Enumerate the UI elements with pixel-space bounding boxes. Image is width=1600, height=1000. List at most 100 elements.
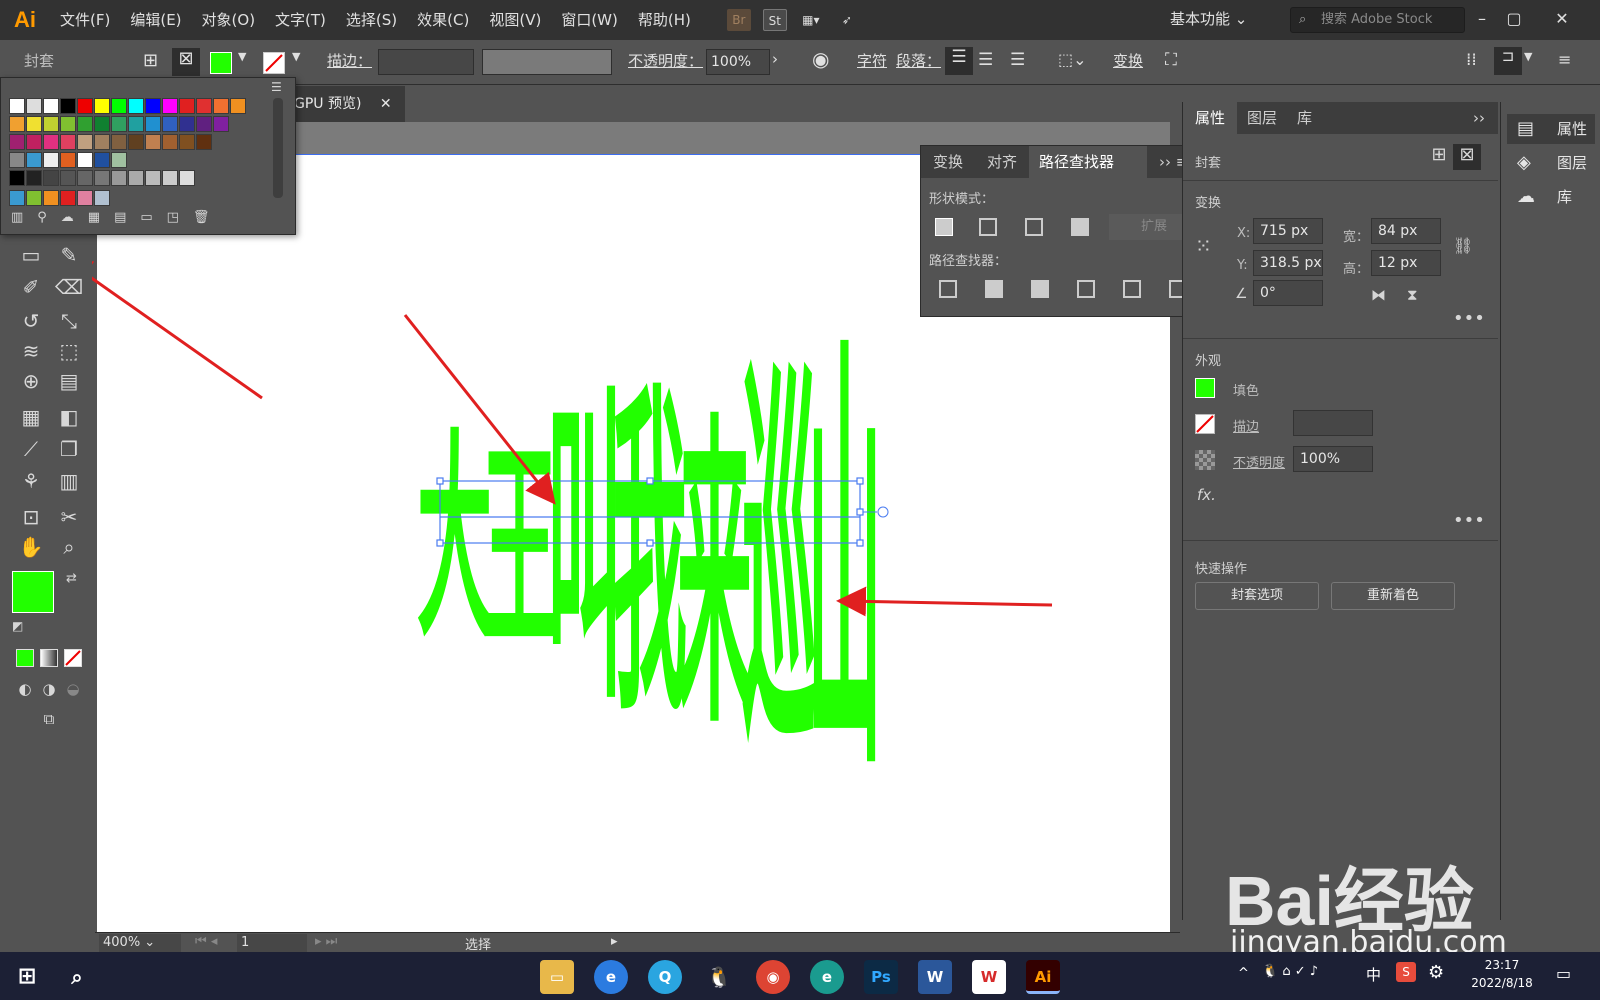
stroke-label[interactable]: 描边： bbox=[327, 50, 372, 71]
slice-tool-icon[interactable]: ✂ bbox=[54, 503, 84, 531]
none-mode-button[interactable] bbox=[64, 649, 82, 667]
edit-contents-icon[interactable]: ⊠ bbox=[172, 48, 200, 76]
qq-icon[interactable]: 🐧 bbox=[702, 960, 736, 994]
color-swatch[interactable] bbox=[162, 170, 178, 186]
chrome-icon[interactable]: ◉ bbox=[756, 960, 790, 994]
color-swatch[interactable] bbox=[9, 152, 25, 168]
menu-view[interactable]: 视图(V) bbox=[479, 0, 551, 40]
color-swatch[interactable] bbox=[162, 116, 178, 132]
maximize-button[interactable]: ▢ bbox=[1500, 6, 1528, 32]
scale-tool-icon[interactable]: ⤡ bbox=[54, 307, 84, 335]
isolate-object-icon[interactable]: ⛶ bbox=[1165, 50, 1177, 70]
unite-icon[interactable] bbox=[935, 218, 953, 236]
gradient-tool-icon[interactable]: ◧ bbox=[54, 403, 84, 431]
color-swatch[interactable] bbox=[26, 134, 42, 150]
color-swatch[interactable] bbox=[9, 98, 25, 114]
edge-icon[interactable]: e bbox=[810, 960, 844, 994]
stroke-label[interactable]: 描边 bbox=[1233, 416, 1259, 435]
opacity-expand-icon[interactable]: › bbox=[772, 50, 778, 68]
color-swatch[interactable] bbox=[77, 134, 93, 150]
warp-tool-icon[interactable]: ≋ bbox=[16, 337, 46, 365]
appearance-more-icon[interactable]: ••• bbox=[1453, 510, 1485, 531]
arrange-icon[interactable]: ⁞⁞ bbox=[1466, 50, 1477, 70]
stroke-weight-field[interactable] bbox=[1293, 410, 1373, 436]
color-swatch[interactable] bbox=[94, 152, 110, 168]
color-swatch[interactable] bbox=[128, 98, 144, 114]
height-input[interactable]: 12 px bbox=[1371, 250, 1441, 276]
paragraph-link[interactable]: 段落： bbox=[896, 50, 941, 71]
perspective-grid-tool-icon[interactable]: ▤ bbox=[54, 367, 84, 395]
eyedropper-tool-icon[interactable]: ⟋ bbox=[16, 435, 46, 463]
color-swatch[interactable] bbox=[9, 116, 25, 132]
color-swatch[interactable] bbox=[43, 170, 59, 186]
artboard-nav-prev-icons[interactable]: ⏮ ◂ bbox=[195, 934, 217, 949]
color-swatch[interactable] bbox=[196, 116, 212, 132]
color-swatch[interactable] bbox=[26, 98, 42, 114]
color-swatch[interactable] bbox=[77, 116, 93, 132]
wps-icon[interactable]: W bbox=[972, 960, 1006, 994]
fill-color-box[interactable] bbox=[12, 571, 54, 613]
hand-tool-icon[interactable]: ✋ bbox=[16, 533, 46, 561]
color-swatch[interactable] bbox=[145, 170, 161, 186]
column-graph-tool-icon[interactable]: ▥ bbox=[54, 467, 84, 495]
close-window-button[interactable]: ✕ bbox=[1548, 6, 1576, 32]
gradient-mode-button[interactable] bbox=[40, 649, 58, 667]
dock-properties[interactable]: ▤ 属性 bbox=[1507, 114, 1595, 144]
mesh-tool-icon[interactable]: ▦ bbox=[16, 403, 46, 431]
y-input[interactable]: 318.5 px bbox=[1253, 250, 1323, 276]
menu-select[interactable]: 选择(S) bbox=[336, 0, 407, 40]
align-center-icon[interactable]: ☰ bbox=[978, 50, 993, 70]
panel-layout-dropdown-icon[interactable]: ▼ bbox=[1524, 50, 1532, 63]
recolor-artwork-icon[interactable]: ◉ bbox=[812, 47, 829, 71]
menu-file[interactable]: 文件(F) bbox=[50, 0, 120, 40]
reference-point-icon[interactable]: ⁙ bbox=[1195, 234, 1212, 258]
opacity-label[interactable]: 不透明度： bbox=[628, 50, 703, 71]
rectangle-tool-icon[interactable]: ▭ bbox=[16, 241, 46, 269]
transform-link[interactable]: 变换 bbox=[1113, 50, 1143, 71]
opacity-label[interactable]: 不透明度 bbox=[1233, 452, 1285, 471]
color-swatch[interactable] bbox=[179, 98, 195, 114]
color-swatch[interactable] bbox=[60, 190, 76, 206]
color-swatch[interactable] bbox=[26, 170, 42, 186]
gpu-performance-icon[interactable]: ➶ bbox=[835, 9, 859, 31]
stock-search-input[interactable]: ⌕ 搜索 Adobe Stock bbox=[1290, 7, 1465, 33]
tab-transform[interactable]: 变换 bbox=[933, 146, 963, 178]
outline-icon[interactable] bbox=[1123, 280, 1141, 298]
color-swatch[interactable] bbox=[94, 170, 110, 186]
trim-icon[interactable] bbox=[985, 280, 1003, 298]
color-swatch[interactable] bbox=[145, 116, 161, 132]
stock-icon[interactable]: St bbox=[762, 9, 787, 31]
color-swatch[interactable] bbox=[77, 170, 93, 186]
tab-pathfinder[interactable]: 路径查找器 bbox=[1029, 146, 1147, 178]
effects-fx-button[interactable]: fx. bbox=[1197, 486, 1216, 504]
color-swatch[interactable] bbox=[43, 98, 59, 114]
menu-object[interactable]: 对象(O) bbox=[192, 0, 266, 40]
file-explorer-icon[interactable]: ▭ bbox=[540, 960, 574, 994]
flip-horizontal-icon[interactable]: ⧓ bbox=[1371, 286, 1386, 304]
color-swatch[interactable] bbox=[9, 134, 25, 150]
color-swatch[interactable] bbox=[26, 116, 42, 132]
color-swatch[interactable] bbox=[60, 116, 76, 132]
color-swatch[interactable] bbox=[26, 190, 42, 206]
color-swatch[interactable] bbox=[77, 98, 93, 114]
color-swatch[interactable] bbox=[77, 152, 93, 168]
more-options-icon[interactable]: ••• bbox=[1453, 308, 1485, 329]
settings-icon[interactable]: ⚙ bbox=[1428, 962, 1444, 983]
fill-swatch[interactable] bbox=[210, 52, 232, 74]
color-swatch[interactable] bbox=[213, 116, 229, 132]
symbol-sprayer-tool-icon[interactable]: ⚘ bbox=[16, 467, 46, 495]
color-swatch[interactable] bbox=[111, 134, 127, 150]
draw-inside-icon[interactable]: ◒ bbox=[58, 675, 88, 703]
paintbrush-tool-icon[interactable]: ✎ bbox=[54, 241, 84, 269]
panel-layout-icon[interactable]: ⊐ bbox=[1494, 47, 1522, 75]
sogou-input-icon[interactable]: S bbox=[1396, 962, 1416, 982]
bridge-icon[interactable]: Br bbox=[726, 9, 751, 31]
color-swatch[interactable] bbox=[179, 170, 195, 186]
fill-dropdown-icon[interactable]: ▼ bbox=[238, 50, 246, 63]
artboard-number-select[interactable]: 1 bbox=[237, 934, 307, 952]
color-swatch[interactable] bbox=[43, 134, 59, 150]
color-swatch[interactable] bbox=[128, 170, 144, 186]
merge-icon[interactable] bbox=[1031, 280, 1049, 298]
color-swatch[interactable] bbox=[196, 98, 212, 114]
color-swatch[interactable] bbox=[94, 190, 110, 206]
